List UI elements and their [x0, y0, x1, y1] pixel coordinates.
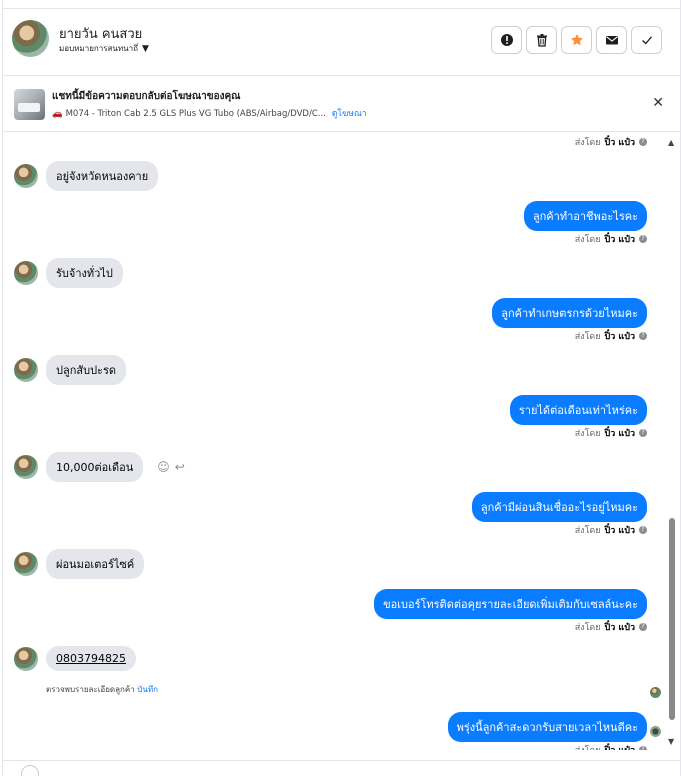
close-icon[interactable]: ✕: [652, 95, 664, 111]
mark-unread-button[interactable]: [596, 26, 627, 54]
read-receipt-avatar: [650, 687, 661, 698]
incoming-message: รับจ้างทั่วไป: [14, 258, 123, 288]
info-icon[interactable]: ?: [639, 138, 647, 146]
view-ad-link[interactable]: ดูโฆษณา: [332, 109, 367, 119]
reply-icon[interactable]: ↩: [175, 460, 185, 474]
message-list: ส่งโดย ปิ๋ว แป๋ว? อยู่จังหวัดหนองคาย ลูกค…: [3, 133, 668, 750]
scroll-down-arrow-icon[interactable]: ▼: [668, 737, 674, 746]
incoming-message: อยู่จังหวัดหนองคาย: [14, 161, 159, 191]
sent-by-status: ส่งโดยปิ๋ว แป๋ว?: [575, 523, 647, 537]
exclamation-icon: [500, 34, 513, 46]
ad-context-title: แชทนี้มีข้อความตอบกลับต่อโฆษณาของคุณ: [52, 91, 241, 102]
incoming-message: 0803794825: [14, 646, 136, 671]
contact-avatar: [14, 552, 38, 576]
sent-by-status: ส่งโดยปิ๋ว แป๋ว?: [575, 620, 647, 634]
assign-conversation-dropdown[interactable]: มอบหมายการสนทนาถึ่ ▼: [59, 42, 149, 55]
contact-avatar: [14, 455, 38, 479]
star-icon: [570, 34, 583, 46]
contact-avatar[interactable]: [12, 20, 49, 57]
outgoing-message[interactable]: พรุ่งนี้ลูกค้าสะดวกรับสายเวลาไหนดีคะ: [447, 712, 647, 742]
outgoing-message[interactable]: ลูกค้าทำเกษตรกรด้วยไหมคะ: [492, 298, 647, 328]
emoji-react-icon[interactable]: ☺: [157, 460, 170, 474]
trash-icon: [536, 34, 547, 47]
check-icon: [641, 36, 652, 45]
sent-by-status: ส่งโดยปิ๋ว แป๋ว?: [575, 232, 647, 246]
message-bubble[interactable]: 10,000ต่อเดือน: [46, 452, 144, 482]
outgoing-message[interactable]: ลูกค้ามีผ่อนสินเชื่ออะไรอยู่ไหมคะ: [471, 492, 647, 522]
incoming-message: 10,000ต่อเดือน ☺ ↩: [14, 452, 185, 482]
conversation-panel: ยายวัน คนสวย มอบหมายการสนทนาถึ่ ▼ แชทนี้…: [2, 0, 681, 776]
ad-name: M074 - Triton Cab 2.5 GLS Plus VG Tubo (…: [65, 109, 326, 119]
mark-done-button[interactable]: [631, 26, 662, 54]
contact-avatar: [14, 164, 38, 188]
star-button[interactable]: [561, 26, 592, 54]
delete-button[interactable]: [526, 26, 557, 54]
phone-number-bubble[interactable]: 0803794825: [46, 646, 136, 671]
contact-avatar: [14, 646, 38, 671]
outgoing-message[interactable]: ลูกค้าทำอาชีพอะไรคะ: [523, 201, 647, 231]
read-receipt-avatar: [650, 726, 661, 737]
caret-down-icon: ▼: [141, 43, 149, 54]
sent-by-status: ส่งโดยปิ๋ว แป๋ว?: [575, 135, 647, 149]
assign-label: มอบหมายการสนทนาถึ่: [59, 44, 138, 53]
envelope-icon: [605, 36, 618, 45]
ad-context-bar: แชทนี้มีข้อความตอบกลับต่อโฆษณาของคุณ 🚗 M0…: [3, 75, 681, 132]
sent-by-status: ส่งโดยปิ๋ว แป๋ว?: [575, 743, 647, 750]
info-icon[interactable]: ?: [639, 332, 647, 340]
info-icon[interactable]: ?: [639, 746, 647, 750]
contact-name[interactable]: ยายวัน คนสวย: [59, 23, 142, 44]
customer-details-note: ตรวจพบรายละเอียดลูกค้า บันทึก: [46, 685, 158, 694]
info-icon[interactable]: ?: [639, 429, 647, 437]
message-bubble[interactable]: ผ่อนมอเตอร์ไซค์: [46, 549, 145, 579]
contact-avatar: [14, 261, 38, 285]
chat-scrollbar[interactable]: ▲ ▼: [666, 133, 678, 750]
car-icon: 🚗: [52, 109, 63, 119]
info-icon[interactable]: ?: [639, 623, 647, 631]
ad-context-subtitle: 🚗 M074 - Triton Cab 2.5 GLS Plus VG Tubo …: [52, 106, 367, 120]
incoming-message: ปลูกสับปะรด: [14, 355, 127, 385]
info-icon[interactable]: ?: [639, 235, 647, 243]
scroll-up-arrow-icon[interactable]: ▲: [668, 138, 674, 147]
info-icon[interactable]: ?: [639, 526, 647, 534]
save-details-link[interactable]: บันทึก: [137, 685, 158, 694]
sent-by-status: ส่งโดยปิ๋ว แป๋ว?: [575, 426, 647, 440]
outgoing-message[interactable]: รายได้ต่อเดือนเท่าไหร่คะ: [509, 395, 647, 425]
sent-by-status: ส่งโดยปิ๋ว แป๋ว?: [575, 329, 647, 343]
incoming-message: ผ่อนมอเตอร์ไซค์: [14, 549, 145, 579]
message-composer[interactable]: [3, 760, 681, 776]
composer-avatar: [21, 765, 39, 776]
outgoing-message[interactable]: ขอเบอร์โทรติดต่อคุยรายละเอียดเพิ่มเติมกั…: [374, 589, 647, 619]
header-actions: [491, 26, 662, 54]
ad-thumbnail[interactable]: [14, 89, 45, 120]
message-actions: ☺ ↩: [157, 460, 185, 474]
message-bubble[interactable]: รับจ้างทั่วไป: [46, 258, 123, 288]
contact-avatar: [14, 358, 38, 382]
mark-spam-button[interactable]: [491, 26, 522, 54]
conversation-header: ยายวัน คนสวย มอบหมายการสนทนาถึ่ ▼: [3, 8, 681, 66]
scrollbar-thumb[interactable]: [669, 518, 675, 720]
message-bubble[interactable]: อยู่จังหวัดหนองคาย: [46, 161, 159, 191]
message-bubble[interactable]: ปลูกสับปะรด: [46, 355, 127, 385]
